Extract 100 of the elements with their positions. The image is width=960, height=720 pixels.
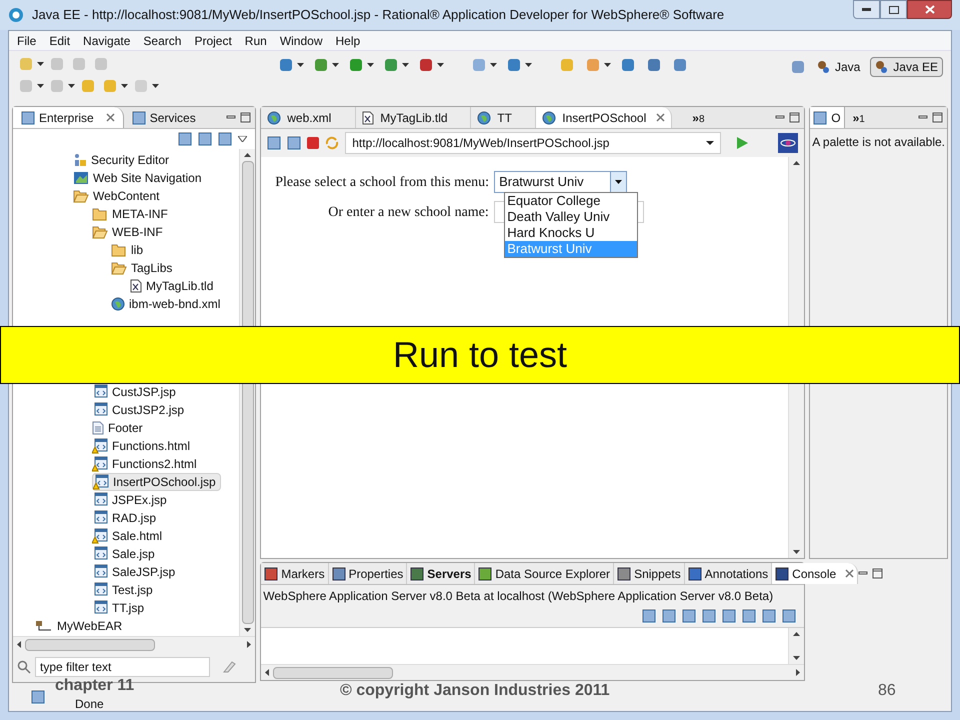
maximize-icon[interactable] (872, 568, 884, 579)
tree-item[interactable]: Sale.jsp (92, 545, 159, 563)
caret-icon[interactable] (68, 84, 75, 88)
document-icon (92, 421, 104, 435)
caret-icon[interactable] (121, 84, 128, 88)
caret-icon[interactable] (332, 63, 339, 67)
tree-item[interactable]: lib (111, 241, 148, 259)
view-tab[interactable]: Properties (328, 563, 408, 584)
tree-item[interactable]: Test.jsp (92, 581, 157, 599)
school-dropdown[interactable]: Bratwurst Univ (494, 171, 628, 193)
close-button[interactable] (907, 0, 952, 19)
tree-item[interactable]: SaleJSP.jsp (92, 563, 180, 581)
dropdown-option[interactable]: Death Valley Univ (505, 209, 638, 225)
menu-item[interactable]: Window (280, 32, 322, 50)
scroll-left-icon[interactable] (265, 669, 270, 676)
tree-item[interactable]: MyWebEAR (35, 617, 126, 635)
scroll-up-icon[interactable] (793, 161, 800, 165)
tree-item[interactable]: META-INF (92, 205, 172, 223)
caret-icon[interactable] (297, 63, 304, 67)
tree-item[interactable]: WebContent (73, 187, 164, 205)
view-tab[interactable]: Data Source Explorer (475, 563, 614, 584)
maximize-button[interactable] (880, 0, 907, 19)
view-tab[interactable]: Console (772, 563, 858, 584)
scroll-up-icon[interactable] (244, 153, 252, 157)
maximize-icon[interactable] (789, 112, 800, 123)
maximize-icon[interactable] (240, 112, 252, 123)
web-page-warning-icon (92, 528, 108, 544)
tree-item[interactable]: InsertPOSchool.jsp (92, 473, 221, 491)
caret-icon[interactable] (525, 63, 532, 67)
view-tab[interactable]: O (810, 107, 845, 128)
tree-item[interactable]: Sale.html (92, 527, 166, 545)
minimize-button[interactable] (853, 0, 880, 19)
view-menu-icon[interactable] (238, 136, 248, 142)
scroll-right-icon[interactable] (796, 669, 800, 676)
scroll-down-icon[interactable] (793, 550, 800, 554)
project-icon (35, 620, 53, 632)
dropdown-icon[interactable] (615, 180, 622, 184)
go-icon[interactable] (735, 136, 750, 150)
browser-logo-icon (778, 133, 798, 153)
tree-item[interactable]: CustJSP2.jsp (92, 401, 188, 419)
maximize-icon[interactable] (932, 112, 943, 123)
caret-icon[interactable] (37, 62, 44, 66)
view-tab[interactable]: Markers (261, 563, 329, 584)
dropdown-option[interactable]: Equator College (505, 193, 638, 209)
tree-item[interactable]: Web Site Navigation (73, 169, 206, 187)
dropdown-option[interactable]: Hard Knocks U (505, 225, 638, 241)
open-folder-icon (111, 261, 127, 275)
menu-item[interactable]: Navigate (83, 32, 130, 50)
horizontal-scrollbar[interactable] (261, 664, 804, 680)
tree-item[interactable]: WEB-INF (92, 223, 167, 241)
caret-icon[interactable] (490, 63, 497, 67)
view-tab[interactable]: Enterprise (13, 107, 124, 128)
view-tab[interactable]: Annotations (684, 563, 772, 584)
menu-item[interactable]: Edit (49, 32, 70, 50)
editor-tab[interactable]: web.xml (261, 107, 356, 128)
view-tab[interactable]: Snippets (614, 563, 685, 584)
scroll-down-icon[interactable] (793, 656, 800, 660)
tree-item[interactable]: RAD.jsp (92, 509, 160, 527)
menu-item[interactable]: File (17, 32, 36, 50)
caret-icon[interactable] (437, 63, 444, 67)
scroll-up-icon[interactable] (793, 632, 800, 636)
tree-item[interactable]: CustJSP.jsp (92, 383, 180, 401)
stop-icon[interactable] (307, 137, 320, 149)
filter-field[interactable]: type filter text (35, 657, 210, 677)
perspective-button[interactable]: Java EE (870, 57, 943, 77)
editor-tab[interactable]: TT (471, 107, 536, 128)
menu-item[interactable]: Run (244, 32, 267, 50)
view-tab[interactable]: Servers (407, 563, 476, 584)
editor-tab[interactable]: InsertPOSchool (536, 107, 672, 128)
tree-item[interactable]: Footer (92, 419, 147, 437)
close-icon[interactable] (845, 569, 854, 578)
tree-item[interactable]: Functions2.html (92, 455, 201, 473)
menu-item[interactable]: Project (194, 32, 232, 50)
close-icon[interactable] (106, 113, 115, 122)
url-field[interactable]: http://localhost:9081/MyWeb/InsertPOSchool.jsp (345, 132, 722, 154)
web-page-icon (92, 492, 108, 508)
tree-item[interactable]: MyTagLib.tld (130, 277, 218, 295)
dropdown-icon[interactable] (706, 141, 714, 145)
caret-icon[interactable] (604, 63, 611, 67)
perspective-button[interactable]: Java (812, 57, 864, 77)
menu-item[interactable]: Help (336, 32, 360, 50)
caret-icon[interactable] (402, 63, 409, 67)
tab-overflow[interactable]: »1 (852, 108, 865, 126)
menu-item[interactable]: Search (143, 32, 182, 50)
tree-item[interactable]: ibm-web-bnd.xml (111, 295, 224, 313)
horizontal-scrollbar[interactable] (13, 636, 256, 652)
caret-icon[interactable] (367, 63, 374, 67)
editor-tab[interactable]: MyTagLib.tld (356, 107, 472, 128)
scroll-left-icon[interactable] (17, 641, 21, 648)
scroll-down-icon[interactable] (244, 628, 252, 632)
tree-item[interactable]: Security Editor (73, 151, 174, 169)
tab-overflow[interactable]: »8 (692, 108, 705, 126)
caret-icon[interactable] (152, 84, 159, 88)
tree-item[interactable]: Functions.html (92, 437, 194, 455)
tree-item[interactable]: JSPEx.jsp (92, 491, 171, 509)
close-icon[interactable] (656, 113, 666, 122)
scroll-right-icon[interactable] (247, 641, 252, 648)
tree-item[interactable]: TT.jsp (92, 599, 148, 617)
caret-icon[interactable] (37, 84, 44, 88)
tree-item[interactable]: TagLibs (111, 259, 176, 277)
